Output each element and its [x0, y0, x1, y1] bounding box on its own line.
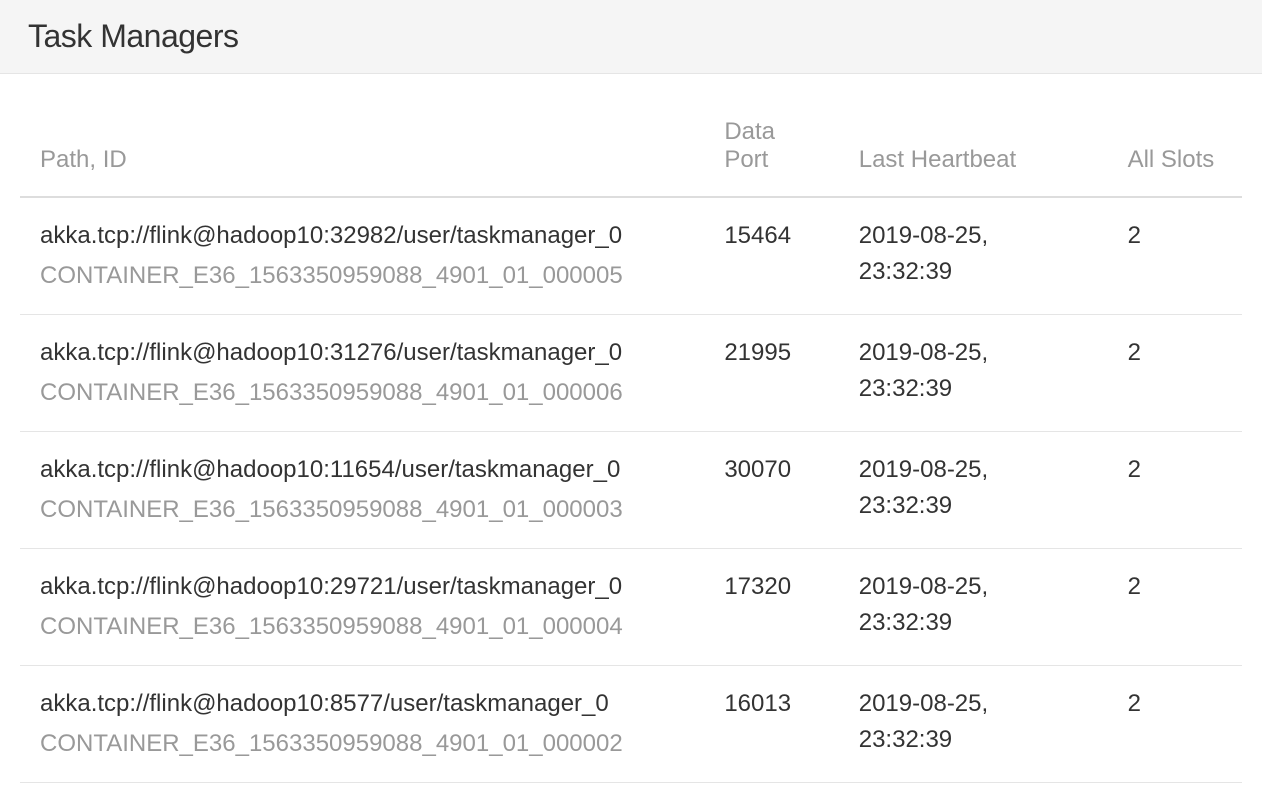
table-row[interactable]: akka.tcp://flink@hadoop10:29721/user/tas…: [20, 549, 1242, 666]
cell-last-heartbeat: 2019-08-25, 23:32:39: [839, 315, 1108, 432]
task-manager-path: akka.tcp://flink@hadoop10:11654/user/tas…: [40, 452, 684, 488]
table-header-row: Path, ID Data Port Last Heartbeat All Sl…: [20, 104, 1242, 197]
task-manager-container-id: CONTAINER_E36_1563350959088_4901_01_0000…: [40, 492, 684, 528]
task-manager-container-id: CONTAINER_E36_1563350959088_4901_01_0000…: [40, 375, 684, 411]
task-manager-path: akka.tcp://flink@hadoop10:31276/user/tas…: [40, 335, 684, 371]
cell-all-slots: 2: [1108, 315, 1242, 432]
task-managers-table: Path, ID Data Port Last Heartbeat All Sl…: [20, 104, 1242, 783]
cell-last-heartbeat: 2019-08-25, 23:32:39: [839, 197, 1108, 315]
cell-path-id: akka.tcp://flink@hadoop10:8577/user/task…: [20, 666, 704, 783]
cell-path-id: akka.tcp://flink@hadoop10:32982/user/tas…: [20, 197, 704, 315]
cell-all-slots: 2: [1108, 549, 1242, 666]
cell-last-heartbeat: 2019-08-25, 23:32:39: [839, 549, 1108, 666]
task-manager-container-id: CONTAINER_E36_1563350959088_4901_01_0000…: [40, 258, 684, 294]
table-row[interactable]: akka.tcp://flink@hadoop10:8577/user/task…: [20, 666, 1242, 783]
task-manager-path: akka.tcp://flink@hadoop10:8577/user/task…: [40, 686, 684, 722]
task-manager-container-id: CONTAINER_E36_1563350959088_4901_01_0000…: [40, 609, 684, 645]
cell-all-slots: 2: [1108, 197, 1242, 315]
task-manager-path: akka.tcp://flink@hadoop10:32982/user/tas…: [40, 218, 684, 254]
table-row[interactable]: akka.tcp://flink@hadoop10:31276/user/tas…: [20, 315, 1242, 432]
cell-last-heartbeat: 2019-08-25, 23:32:39: [839, 666, 1108, 783]
page-title: Task Managers: [28, 18, 1234, 55]
cell-path-id: akka.tcp://flink@hadoop10:31276/user/tas…: [20, 315, 704, 432]
task-manager-container-id: CONTAINER_E36_1563350959088_4901_01_0000…: [40, 726, 684, 762]
cell-last-heartbeat: 2019-08-25, 23:32:39: [839, 432, 1108, 549]
cell-data-port: 30070: [704, 432, 838, 549]
content-area: Path, ID Data Port Last Heartbeat All Sl…: [0, 104, 1262, 783]
cell-path-id: akka.tcp://flink@hadoop10:11654/user/tas…: [20, 432, 704, 549]
column-header-all-slots[interactable]: All Slots: [1108, 104, 1242, 197]
column-header-path[interactable]: Path, ID: [20, 104, 704, 197]
cell-data-port: 17320: [704, 549, 838, 666]
table-row[interactable]: akka.tcp://flink@hadoop10:32982/user/tas…: [20, 197, 1242, 315]
page-header: Task Managers: [0, 0, 1262, 74]
cell-data-port: 21995: [704, 315, 838, 432]
table-row[interactable]: akka.tcp://flink@hadoop10:11654/user/tas…: [20, 432, 1242, 549]
cell-path-id: akka.tcp://flink@hadoop10:29721/user/tas…: [20, 549, 704, 666]
cell-all-slots: 2: [1108, 432, 1242, 549]
column-header-last-heartbeat[interactable]: Last Heartbeat: [839, 104, 1108, 197]
column-header-data-port[interactable]: Data Port: [704, 104, 838, 197]
cell-data-port: 15464: [704, 197, 838, 315]
cell-all-slots: 2: [1108, 666, 1242, 783]
cell-data-port: 16013: [704, 666, 838, 783]
task-manager-path: akka.tcp://flink@hadoop10:29721/user/tas…: [40, 569, 684, 605]
